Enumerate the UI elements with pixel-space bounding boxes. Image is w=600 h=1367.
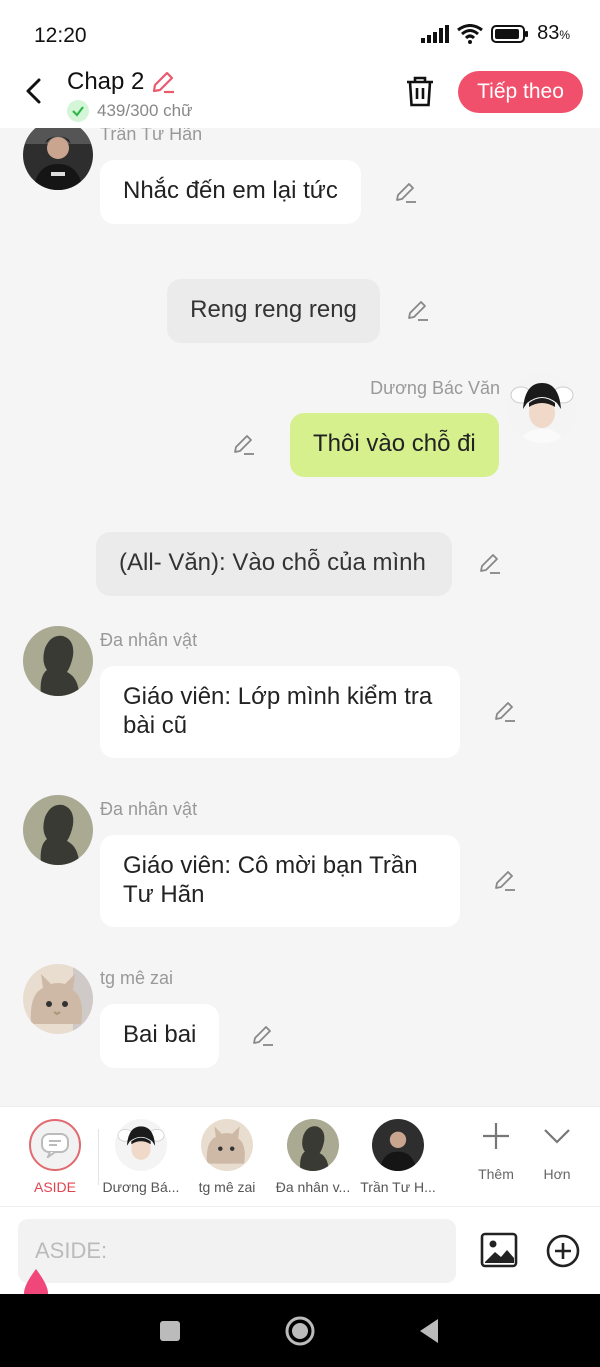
status-icons: 83% <box>421 22 570 45</box>
tab-label: tg mê zai <box>198 1179 256 1195</box>
tab-label: Đa nhân v... <box>275 1179 351 1195</box>
tab-duong-bac-van[interactable]: Dương Bá... <box>100 1119 182 1195</box>
more-button[interactable]: Hơn <box>527 1121 587 1182</box>
home-icon[interactable] <box>283 1314 317 1348</box>
chevron-down-icon <box>544 1129 570 1144</box>
avatar <box>115 1119 167 1171</box>
avatar-tran-tu-han[interactable] <box>23 128 93 190</box>
composer <box>0 1206 600 1303</box>
sender-name: Đa nhân vật <box>100 630 198 650</box>
tab-label: Trần Tư H... <box>360 1179 436 1195</box>
system-nav-bar <box>0 1294 600 1367</box>
narration-bubble[interactable]: Reng reng reng <box>167 279 380 343</box>
battery-unit: % <box>559 28 570 42</box>
tab-aside[interactable]: ASIDE <box>14 1119 96 1195</box>
message-bubble[interactable]: Giáo viên: Lớp mình kiểm tra bài cũ <box>100 666 460 758</box>
word-count-row: 439/300 chữ <box>67 100 193 122</box>
avatar-da-nhan-vat[interactable] <box>23 795 93 865</box>
trash-icon[interactable] <box>404 74 436 108</box>
message-line: Giáo viên: Lớp mình kiểm tra <box>123 683 433 710</box>
next-button[interactable]: Tiếp theo <box>458 71 583 113</box>
pencil-icon[interactable] <box>231 432 257 458</box>
message-bubble[interactable]: Bai bai <box>100 1004 220 1068</box>
check-icon <box>67 100 89 122</box>
chat-area[interactable]: Trần Tư Hãn Nhắc đến em lại tức Reng ren… <box>0 128 600 1106</box>
pencil-icon[interactable] <box>150 69 176 95</box>
app-header: Chap 2 439/300 chữ Tiếp theo <box>0 66 600 128</box>
image-icon[interactable] <box>480 1231 518 1269</box>
chapter-title-row[interactable]: Chap 2 <box>67 68 193 96</box>
sender-name: Đa nhân vật <box>100 799 198 819</box>
message-bubble[interactable]: Giáo viên: Cô mời bạn Trần Tư Hãn <box>100 835 460 927</box>
aside-icon <box>29 1119 81 1171</box>
message-line: Tư Hãn <box>123 881 205 908</box>
message-input[interactable] <box>18 1219 456 1283</box>
title-block: Chap 2 439/300 chữ <box>67 68 193 122</box>
status-time: 12:20 <box>34 24 87 47</box>
signal-icon <box>421 24 450 43</box>
plus-icon <box>483 1123 509 1149</box>
message-bubble[interactable]: Nhắc đến em lại tức <box>100 160 361 224</box>
tab-label: ASIDE <box>33 1179 76 1195</box>
avatar <box>372 1119 424 1171</box>
pencil-icon[interactable] <box>250 1023 276 1049</box>
pencil-icon[interactable] <box>492 868 518 894</box>
battery-icon <box>491 24 529 43</box>
tool-label: Thêm <box>478 1166 514 1182</box>
tab-label: Dương Bá... <box>102 1179 180 1195</box>
tool-label: Hơn <box>543 1166 571 1182</box>
message-line: bài cũ <box>123 712 188 739</box>
pencil-icon[interactable] <box>393 180 419 206</box>
sender-name: Trần Tư Hãn <box>100 128 203 144</box>
word-count: 439/300 chữ <box>97 101 193 120</box>
tab-da-nhan-vat[interactable]: Đa nhân v... <box>272 1119 354 1195</box>
battery-level: 83 <box>537 22 560 44</box>
divider <box>98 1129 99 1185</box>
add-circle-icon[interactable] <box>545 1233 581 1269</box>
back-triangle-icon[interactable] <box>413 1314 447 1348</box>
pencil-icon[interactable] <box>492 699 518 725</box>
tab-tran-tu-han[interactable]: Trần Tư H... <box>357 1119 439 1195</box>
chapter-title: Chap 2 <box>67 68 145 95</box>
recent-apps-icon[interactable] <box>153 1314 187 1348</box>
narration-bubble[interactable]: (All- Văn): Vào chỗ của mình <box>96 532 452 596</box>
tab-tg-me-zai[interactable]: tg mê zai <box>186 1119 268 1195</box>
avatar <box>201 1119 253 1171</box>
avatar-tg-me-zai[interactable] <box>23 964 93 1034</box>
status-bar: 12:20 83% <box>0 0 600 66</box>
wifi-icon <box>457 23 483 44</box>
back-arrow-icon[interactable] <box>20 76 50 106</box>
pencil-icon[interactable] <box>477 551 503 577</box>
avatar <box>287 1119 339 1171</box>
pencil-icon[interactable] <box>405 298 431 324</box>
message-bubble-self[interactable]: Thôi vào chỗ đi <box>290 413 499 477</box>
avatar-duong-bac-van[interactable] <box>507 373 577 443</box>
message-line: Giáo viên: Cô mời bạn Trần <box>123 852 418 879</box>
sender-name: Dương Bác Văn <box>370 378 500 398</box>
sender-name: tg mê zai <box>100 968 174 988</box>
add-character-button[interactable]: Thêm <box>466 1121 526 1182</box>
character-tabs: ASIDE Dương Bá... tg mê zai Đa nhân v...… <box>0 1106 600 1206</box>
avatar-da-nhan-vat[interactable] <box>23 626 93 696</box>
